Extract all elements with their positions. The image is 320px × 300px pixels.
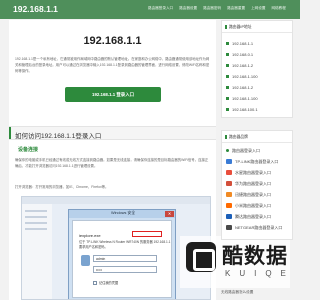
square-bullet-icon bbox=[226, 42, 229, 46]
brand-card-title: 路由器品牌 bbox=[225, 135, 248, 139]
intro-paragraph: 192.168.1.1是一个私有地址，它通常被用作局域网中路由器的默认管理地址。… bbox=[15, 57, 210, 74]
device-connection-paragraph: 确保你的电脑或手机已经通过有线或无线方式连接到路由器。如果是无线连接，请确保你连… bbox=[15, 158, 209, 169]
ip-link-label: 192.168.1.2 bbox=[232, 63, 254, 68]
nav-item-internet[interactable]: 上网设置 bbox=[251, 6, 265, 11]
highlight-box bbox=[132, 231, 162, 237]
brand-link-label: 小米路由器登录入口 bbox=[235, 203, 271, 208]
ip-link[interactable]: 192.168.1.1 bbox=[226, 41, 253, 46]
section-title: 如何访问192.168.1.1登录入口 bbox=[15, 133, 102, 140]
browser-side-pane bbox=[22, 204, 52, 299]
remember-checkbox bbox=[93, 281, 97, 285]
brand-link[interactable]: 腾达路由器登录入口 bbox=[226, 214, 271, 220]
windows-security-dialog: Windows 安全 ✕ iexplore.exe 位于 TP-LINK Wir… bbox=[68, 209, 176, 299]
brand-link-label: 路由器登录入口 bbox=[232, 148, 260, 153]
page-title: 192.168.1.1 bbox=[83, 35, 142, 47]
main-nav: 路由器登录入口 路由器设置 路由器密码 路由器重置 上网设置 网络教程 bbox=[148, 6, 286, 11]
ip-card-title: 路由器IP地址 bbox=[225, 25, 252, 29]
brand-link-label: 腾达路由器登录入口 bbox=[235, 214, 271, 219]
remember-label: 记住我的凭据 bbox=[99, 281, 119, 285]
subsection-heading: 设备连接 bbox=[18, 147, 39, 153]
square-bullet-icon bbox=[226, 108, 229, 112]
ip-link-label: 192.168.100.1 bbox=[232, 107, 258, 112]
nav-item-settings[interactable]: 路由器设置 bbox=[179, 6, 197, 11]
brand-link[interactable]: 迅捷路由器登录入口 bbox=[226, 192, 271, 198]
sidebar-bottom-link[interactable]: 无线路由器怎么设置 bbox=[221, 290, 253, 295]
browser-toolbar bbox=[22, 197, 210, 204]
brand-link[interactable]: TP-LINK路由器登录入口 bbox=[226, 159, 278, 165]
square-bullet-icon bbox=[226, 75, 229, 79]
pane-line bbox=[25, 216, 47, 218]
dialog-titlebar: Windows 安全 ✕ bbox=[69, 210, 175, 218]
brand-logo-icon bbox=[226, 192, 232, 198]
ip-link[interactable]: 192.168.1.2 bbox=[226, 85, 253, 90]
square-bullet-icon bbox=[226, 97, 229, 101]
dialog-title: Windows 安全 bbox=[111, 211, 136, 215]
pane-line bbox=[25, 210, 47, 212]
brand-logo-icon bbox=[226, 181, 232, 187]
nav-item-password[interactable]: 路由器密码 bbox=[203, 6, 221, 11]
brand-logo-icon bbox=[226, 203, 232, 209]
pane-line bbox=[25, 228, 47, 230]
brand-logo-icon bbox=[226, 214, 232, 220]
section-accent bbox=[9, 127, 11, 139]
watermark-text: 酷数据 bbox=[222, 244, 288, 268]
brand-logo-icon bbox=[226, 225, 232, 231]
nav-item-login[interactable]: 路由器登录入口 bbox=[148, 6, 173, 11]
ip-link-label: 192.168.1.100 bbox=[232, 96, 258, 101]
site-title[interactable]: 192.168.1.1 bbox=[13, 4, 58, 14]
brand-link[interactable]: NETGEAR路由器登录入口 bbox=[226, 225, 282, 231]
ip-link-label: 192.168.1.2 bbox=[232, 85, 254, 90]
watermark-subtext: KUIQE bbox=[225, 269, 295, 278]
brand-card-header: 路由器品牌 bbox=[222, 131, 292, 143]
brand-card: 路由器品牌 路由器登录入口 TP-LINK路由器登录入口 水星路由器登录入口 华… bbox=[221, 130, 293, 240]
ip-card-header: 路由器IP地址 bbox=[222, 21, 292, 33]
square-bullet-icon bbox=[226, 53, 229, 57]
pane-line bbox=[25, 222, 47, 224]
username-field: admin bbox=[93, 255, 157, 262]
ip-link[interactable]: 192.168.0.1 bbox=[226, 52, 253, 57]
ip-link-label: 192.168.0.1 bbox=[232, 52, 254, 57]
user-icon bbox=[81, 255, 90, 266]
ip-link[interactable]: 192.168.100.1 bbox=[226, 107, 258, 112]
close-icon: ✕ bbox=[165, 211, 174, 217]
section-header: 如何访问192.168.1.1登录入口 bbox=[9, 126, 216, 140]
brand-logo-icon bbox=[226, 159, 232, 165]
brand-link-label: 迅捷路由器登录入口 bbox=[235, 192, 271, 197]
ip-link-label: 192.168.1.100 bbox=[232, 74, 258, 79]
brand-link[interactable]: 水星路由器登录入口 bbox=[226, 170, 271, 176]
ip-link[interactable]: 192.168.1.100 bbox=[226, 96, 258, 101]
watermark: 酷数据 KUIQE bbox=[180, 236, 290, 288]
dialog-app-name: iexplore.exe bbox=[79, 233, 101, 238]
brand-link-label: NETGEAR路由器登录入口 bbox=[235, 225, 283, 230]
password-field: ••••• bbox=[93, 266, 157, 273]
brand-link[interactable]: 华为路由器登录入口 bbox=[226, 181, 271, 187]
brand-link[interactable]: 路由器登录入口 bbox=[226, 148, 260, 154]
ip-link[interactable]: 192.168.1.2 bbox=[226, 63, 253, 68]
brand-logo-icon bbox=[226, 170, 232, 176]
brand-link-label: 华为路由器登录入口 bbox=[235, 181, 271, 186]
ip-link-label: 192.168.1.1 bbox=[232, 41, 254, 46]
login-entry-button[interactable]: 192.168.1.1 登录入口 bbox=[65, 87, 161, 102]
brand-link-label: 水星路由器登录入口 bbox=[235, 170, 271, 175]
nav-item-tutorials[interactable]: 网络教程 bbox=[271, 6, 285, 11]
square-bullet-icon bbox=[226, 86, 229, 90]
brand-link-label: TP-LINK路由器登录入口 bbox=[235, 159, 279, 164]
top-navigation-bar: 192.168.1.1 路由器登录入口 路由器设置 路由器密码 路由器重置 上网… bbox=[0, 0, 300, 19]
brand-link[interactable]: 小米路由器登录入口 bbox=[226, 203, 271, 209]
open-browser-paragraph: 打开浏览器：打开常用的浏览器，如IE、Chrome、Firefox等。 bbox=[15, 185, 109, 189]
square-bullet-icon bbox=[226, 64, 229, 68]
ip-link[interactable]: 192.168.1.100 bbox=[226, 74, 258, 79]
watermark-logo-icon bbox=[186, 242, 216, 272]
nav-item-reset[interactable]: 路由器重置 bbox=[227, 6, 245, 11]
dialog-message: 位于 TP-LINK Wireless N Router WR740N 的服务器… bbox=[79, 240, 171, 249]
ip-address-card: 路由器IP地址 192.168.1.1 192.168.0.1 192.168.… bbox=[221, 20, 293, 118]
dot-bullet-icon bbox=[226, 149, 229, 153]
